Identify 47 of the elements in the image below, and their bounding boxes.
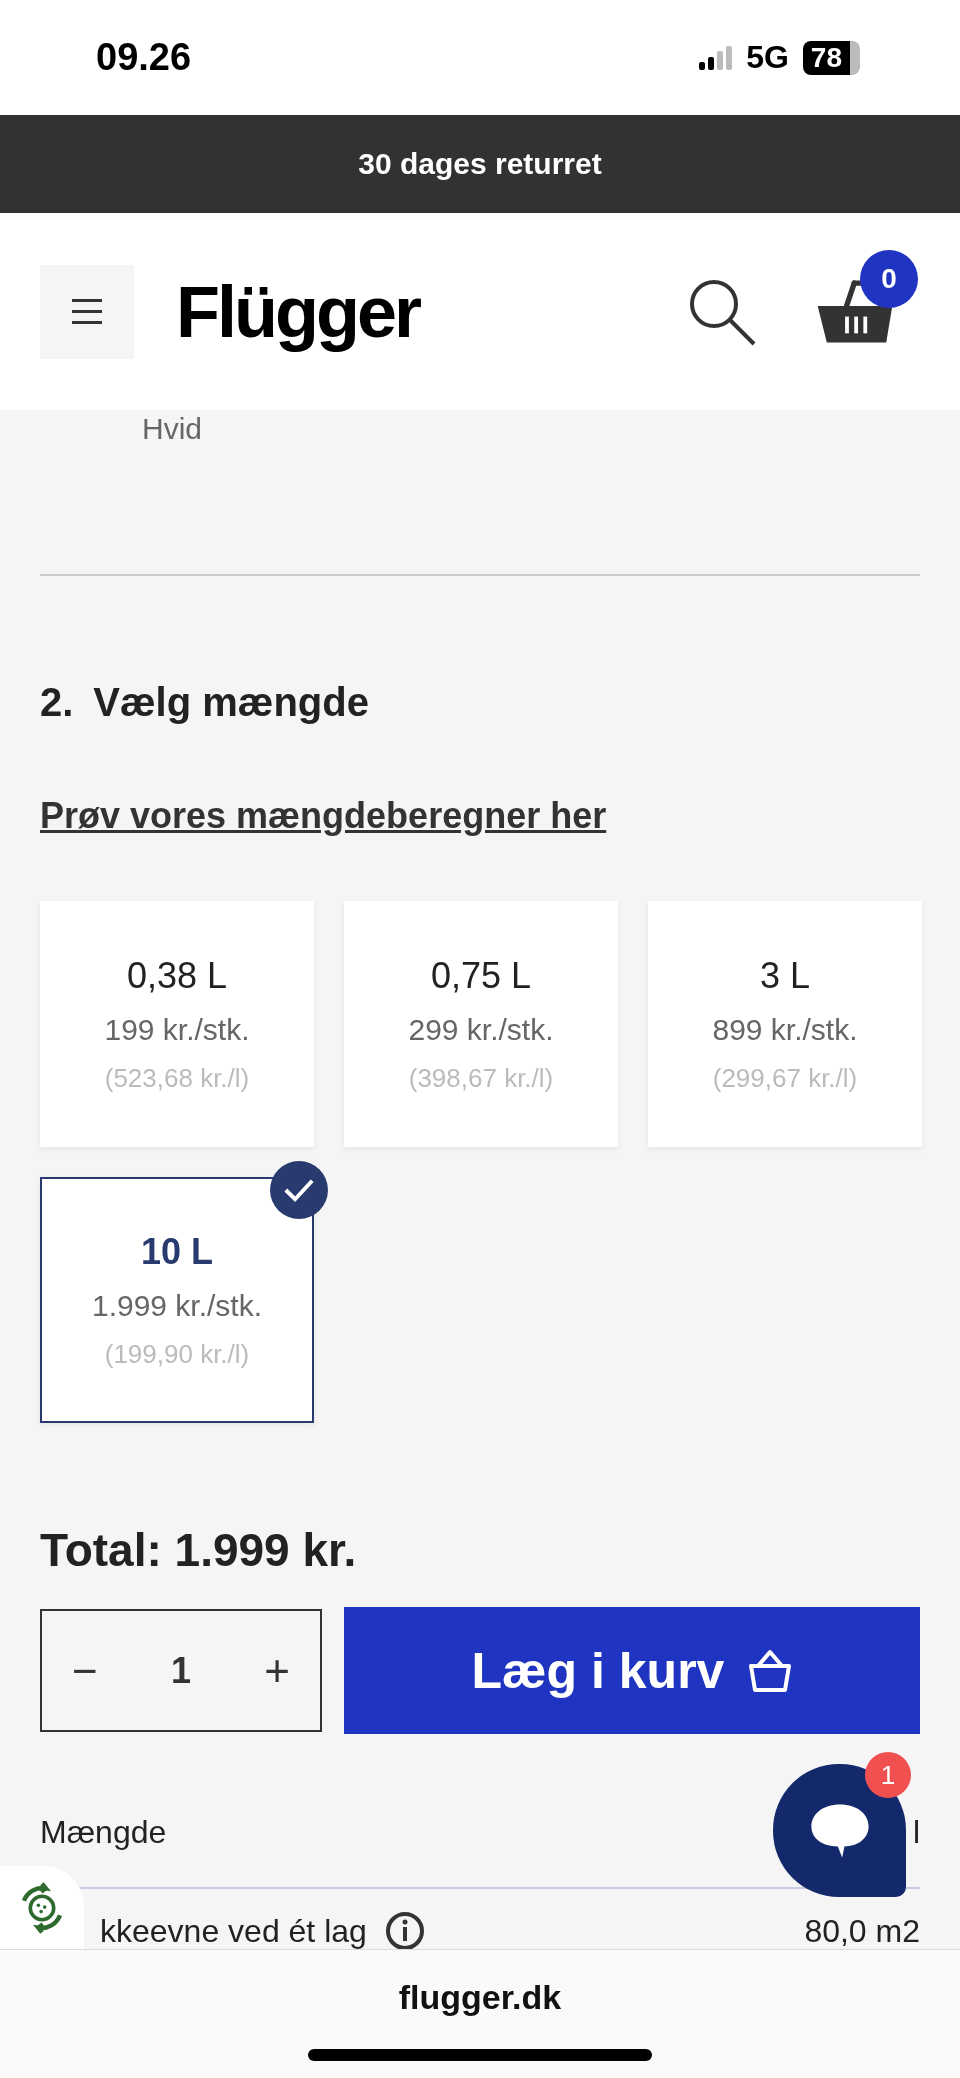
size-option-card[interactable]: 0,38 L 199 kr./stk. (523,68 kr./l) (40, 901, 314, 1147)
step-number: 2. (40, 680, 74, 725)
option-price: 899 kr./stk. (712, 1012, 858, 1047)
url-label: flugger.dk (398, 1978, 562, 2017)
option-unit-price: (299,67 kr./l) (712, 1062, 858, 1094)
option-unit-price: (398,67 kr./l) (408, 1062, 554, 1094)
cart-count-badge: 0 (860, 249, 918, 308)
size-option-card[interactable]: 0,75 L 299 kr./stk. (398,67 kr./l) (344, 901, 618, 1147)
option-size: 10 L (140, 1230, 213, 1273)
option-price: 1.999 kr./stk. (91, 1288, 263, 1323)
quantity-stepper[interactable]: − 1 + (40, 1609, 322, 1732)
status-time: 09.26 (96, 36, 192, 79)
option-unit-price: (523,68 kr./l) (104, 1062, 250, 1094)
option-unit-price: (199,90 kr./l) (104, 1338, 250, 1370)
checkmark-icon (270, 1161, 328, 1219)
spec-value: l (912, 1814, 920, 1851)
option-price: 299 kr./stk. (408, 1012, 554, 1047)
spec-label: kkeevne ved ét lag (100, 1912, 367, 1950)
info-icon (384, 1911, 425, 1951)
quantity-value: 1 (171, 1649, 191, 1692)
logo[interactable]: Flügger (176, 270, 419, 353)
option-size: 0,38 L (126, 954, 228, 997)
search-button[interactable] (688, 277, 756, 346)
total-price: Total: 1.999 kr. (40, 1523, 358, 1577)
size-option-card[interactable]: 10 L 1.999 kr./stk. (199,90 kr./l) (40, 1177, 314, 1423)
option-size: 3 L (759, 954, 810, 997)
add-to-cart-button[interactable]: Læg i kurv (344, 1607, 920, 1734)
menu-button[interactable] (40, 264, 134, 359)
menu-icon (72, 299, 102, 324)
color-name: Hvid (142, 411, 203, 446)
option-price: 199 kr./stk. (104, 1012, 250, 1047)
calculator-link[interactable]: Prøv vores mængdeberegner her (40, 795, 920, 837)
step-title: Vælg mængde (93, 680, 369, 725)
increase-button[interactable]: + (254, 1645, 300, 1696)
notification-badge: 1 (865, 1752, 911, 1798)
decrease-button[interactable]: − (62, 1645, 108, 1696)
option-size: 0,75 L (430, 954, 532, 997)
basket-icon (748, 1647, 793, 1694)
search-icon (688, 277, 756, 346)
battery-indicator: 78 (802, 40, 860, 75)
eco-badge[interactable] (0, 1866, 84, 1950)
spec-value: 80,0 m2 (804, 1912, 920, 1950)
size-option-card[interactable]: 3 L 899 kr./stk. (299,67 kr./l) (648, 901, 922, 1147)
network-label: 5G (746, 39, 789, 76)
spec-label: Mængde (40, 1814, 167, 1851)
banner-text: 30 dages returret (358, 147, 602, 181)
signal-icon (699, 45, 733, 70)
